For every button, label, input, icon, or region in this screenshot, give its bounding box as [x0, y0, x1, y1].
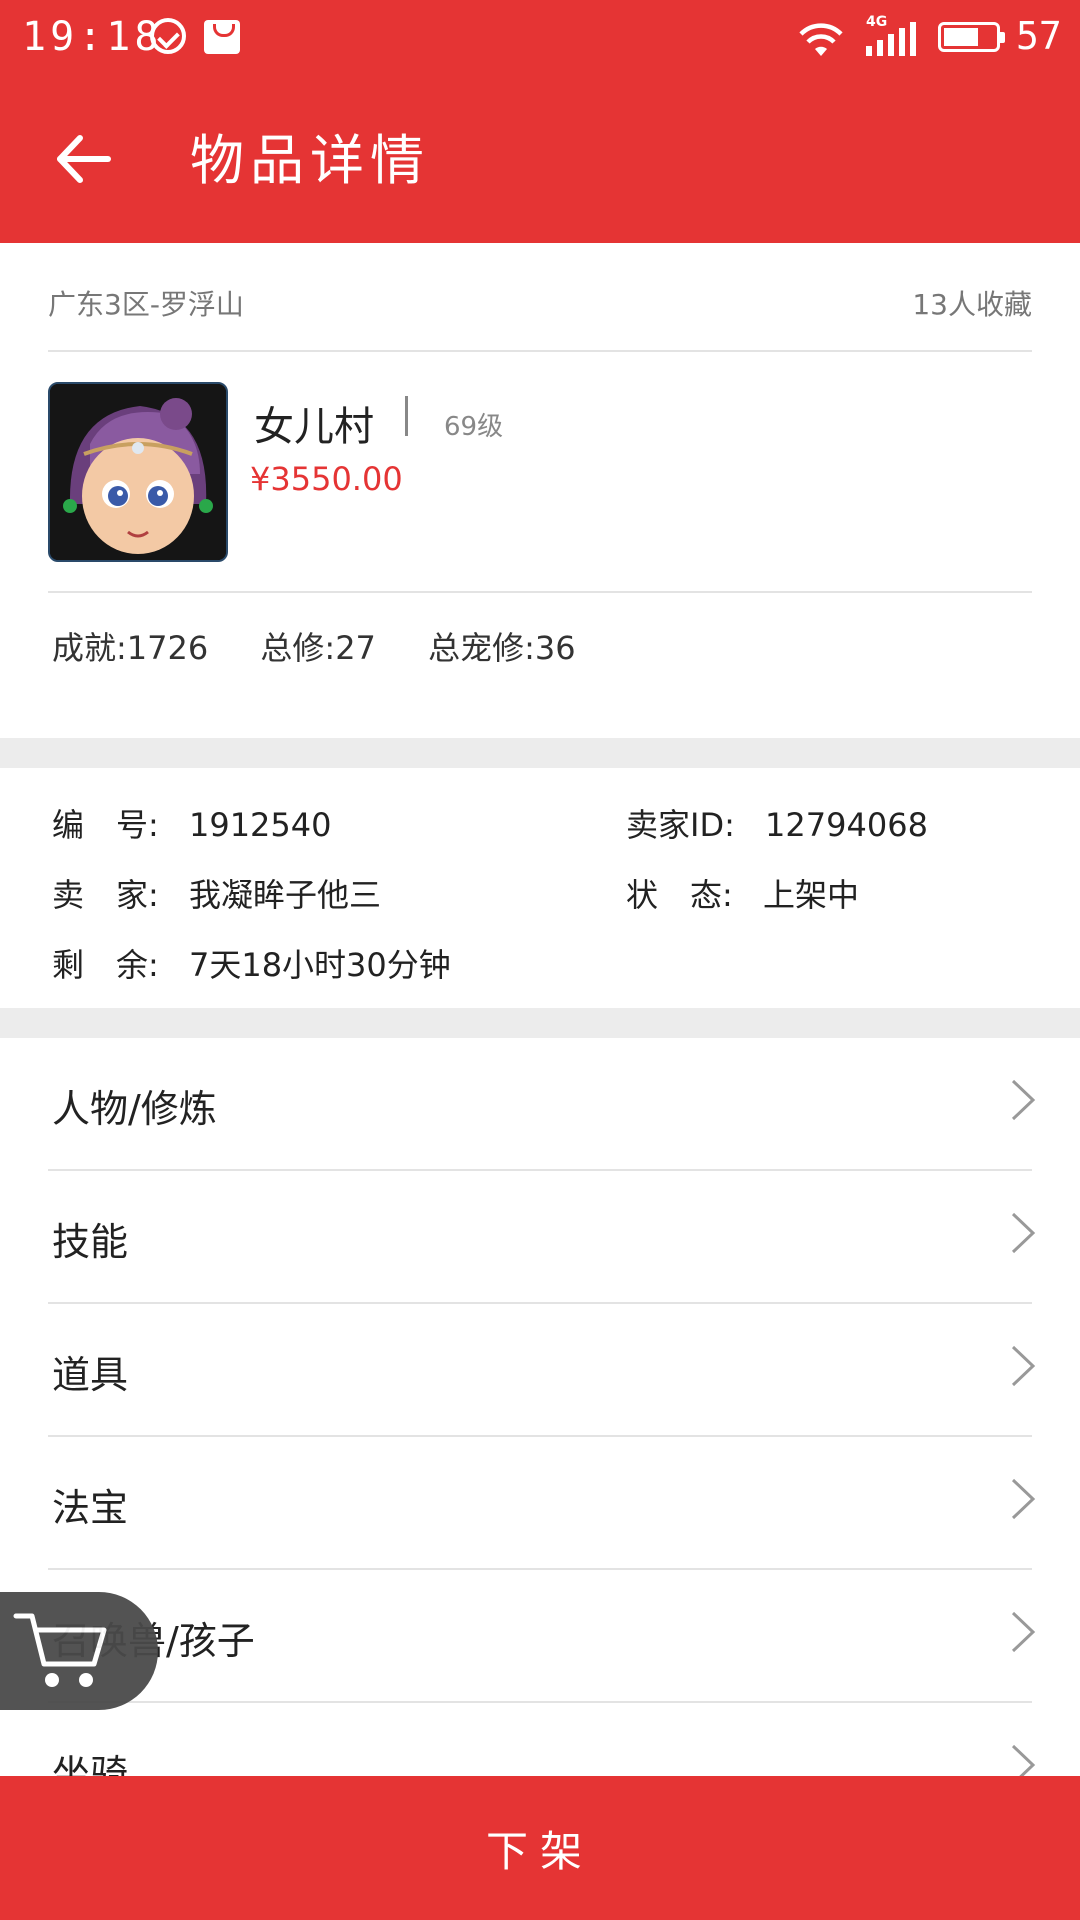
check-circle-icon — [150, 18, 186, 54]
remaining-row: 剩 余: 7天18小时30分钟 — [52, 940, 451, 986]
chevron-right-icon — [1011, 1611, 1036, 1653]
role-stats: 成就:1726 总修:27 总宠修:36 — [52, 623, 618, 669]
item-id-row: 编 号: 1912540 — [52, 800, 331, 846]
seller-row: 卖 家: 我凝眸子他三 — [52, 870, 381, 916]
menu-item-skills[interactable]: 技能 — [0, 1171, 1080, 1304]
remaining-value: 7天18小时30分钟 — [188, 946, 451, 984]
favorites-count[interactable]: 13人收藏 — [912, 283, 1032, 323]
chevron-right-icon — [1011, 1345, 1036, 1387]
menu-item-treasures[interactable]: 法宝 — [0, 1437, 1080, 1570]
divider — [48, 591, 1032, 593]
divider — [48, 350, 1032, 352]
menu-item-summons[interactable]: 召唤兽/孩子 — [0, 1570, 1080, 1703]
role-avatar — [48, 382, 228, 562]
role-level: 69级 — [444, 412, 504, 442]
page-title: 物品详情 — [190, 129, 430, 192]
battery-level: 57 — [1016, 14, 1062, 58]
item-price: ¥3550.00 — [250, 460, 403, 498]
menu-item-label: 技能 — [52, 1220, 129, 1264]
remaining-label: 剩 余: — [52, 946, 159, 984]
menu-item-character[interactable]: 人物/修炼 — [0, 1038, 1080, 1171]
region-row: 广东3区-罗浮山 13人收藏 — [48, 283, 1032, 327]
seller-value: 我凝眸子他三 — [188, 876, 381, 914]
arrow-left-icon[interactable] — [48, 124, 118, 194]
menu-item-label: 道具 — [52, 1353, 129, 1397]
seller-id-row: 卖家ID: 12794068 — [626, 800, 928, 846]
status-label: 状 态: — [626, 876, 733, 914]
delist-button[interactable]: 下架 — [0, 1776, 1080, 1920]
role-separator — [405, 396, 408, 436]
cart-button[interactable] — [0, 1592, 158, 1710]
battery-icon — [938, 22, 1005, 52]
menu-item-label: 人物/修炼 — [52, 1087, 217, 1131]
total-pet-cultivation-stat: 总宠修:36 — [428, 629, 576, 667]
seller-id-value: 12794068 — [765, 806, 928, 844]
section-gap — [0, 1008, 1080, 1038]
chevron-right-icon — [1011, 1212, 1036, 1254]
app-bar: 物品详情 — [0, 78, 1080, 243]
chevron-right-icon — [1011, 1079, 1036, 1121]
status-value: 上架中 — [762, 876, 859, 914]
status-row: 状 态: 上架中 — [626, 870, 859, 916]
signal-icon — [866, 22, 922, 56]
role-name: 女儿村 — [254, 404, 374, 450]
character-portrait-image — [50, 384, 226, 560]
item-id-value: 1912540 — [188, 806, 332, 844]
status-bar: 19:18 4G 57 — [0, 0, 1080, 78]
item-id-label: 编 号: — [52, 806, 159, 844]
wifi-icon — [799, 23, 843, 56]
shopping-bag-icon — [204, 20, 240, 54]
menu-item-items[interactable]: 道具 — [0, 1304, 1080, 1437]
seller-label: 卖 家: — [52, 876, 159, 914]
menu-item-label: 法宝 — [52, 1486, 129, 1530]
total-cultivation-stat: 总修:27 — [260, 629, 376, 667]
achievement-stat: 成就:1726 — [52, 629, 209, 667]
status-time: 19:18 — [22, 14, 163, 60]
server-region: 广东3区-罗浮山 — [48, 288, 244, 321]
chevron-right-icon — [1011, 1478, 1036, 1520]
section-gap — [0, 738, 1080, 768]
shopping-cart-icon — [13, 1613, 107, 1687]
seller-id-label: 卖家ID: — [626, 806, 735, 844]
